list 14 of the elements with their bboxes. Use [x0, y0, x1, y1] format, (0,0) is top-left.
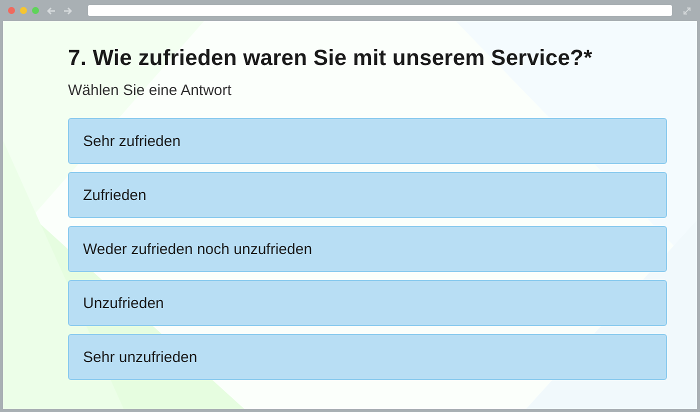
back-icon[interactable]	[46, 6, 56, 14]
address-bar[interactable]	[88, 5, 672, 16]
answer-option[interactable]: Sehr zufrieden	[68, 118, 667, 164]
minimize-icon[interactable]	[20, 7, 27, 14]
answer-option[interactable]: Unzufrieden	[68, 280, 667, 326]
answer-option[interactable]: Sehr unzufrieden	[68, 334, 667, 380]
expand-icon[interactable]	[683, 6, 691, 14]
close-icon[interactable]	[8, 7, 15, 14]
answer-option[interactable]: Weder zufrieden noch unzufrieden	[68, 226, 667, 272]
maximize-icon[interactable]	[32, 7, 39, 14]
answer-option[interactable]: Zufrieden	[68, 172, 667, 218]
forward-icon[interactable]	[63, 6, 73, 14]
question-hint: Wählen Sie eine Antwort	[68, 82, 232, 99]
question-title: 7. Wie zufrieden waren Sie mit unserem Service?*	[68, 45, 594, 71]
